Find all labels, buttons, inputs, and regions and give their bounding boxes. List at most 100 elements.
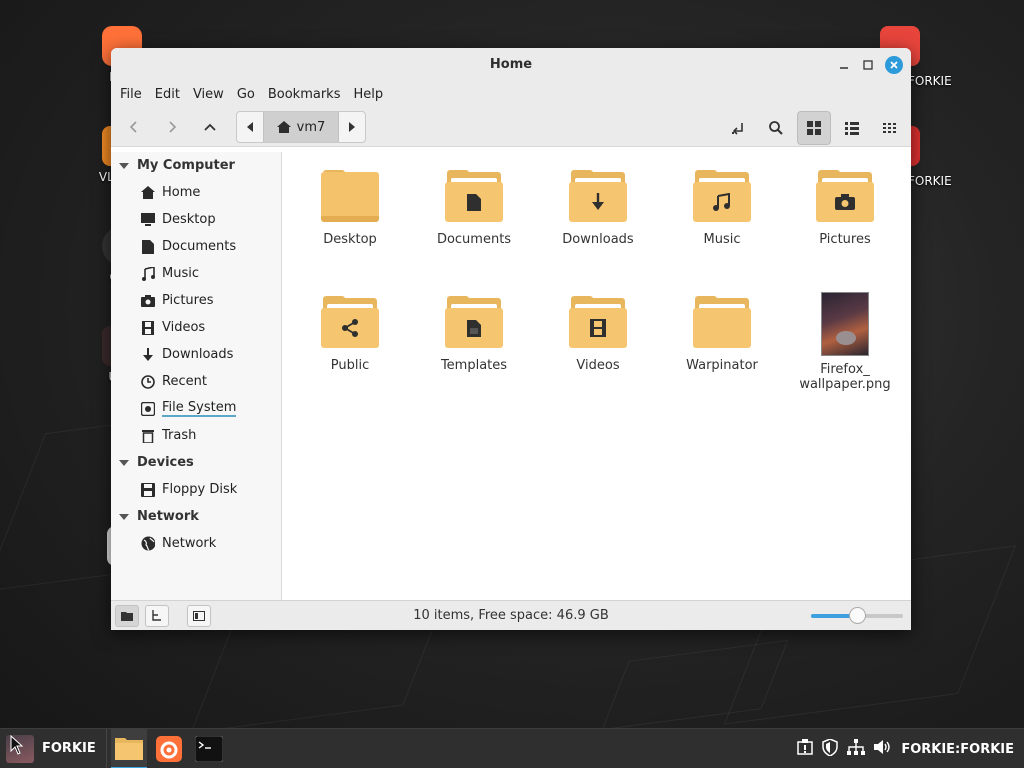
path-right-button[interactable] bbox=[339, 112, 365, 142]
sidebar-section-my-computer[interactable]: My Computer bbox=[111, 152, 281, 179]
sidebar-item-recent[interactable]: Recent bbox=[111, 368, 281, 395]
terminal-icon bbox=[194, 735, 223, 762]
compact-view-icon bbox=[883, 123, 896, 133]
toggle-sidebar-button[interactable] bbox=[187, 604, 211, 627]
sidebar-item-documents[interactable]: Documents bbox=[111, 233, 281, 260]
show-places-button[interactable] bbox=[115, 604, 139, 627]
search-button[interactable] bbox=[759, 111, 793, 145]
chevron-down-icon bbox=[119, 162, 129, 169]
chevron-down-icon bbox=[119, 459, 129, 466]
minimize-button[interactable] bbox=[835, 56, 853, 74]
show-treeview-button[interactable] bbox=[145, 604, 169, 627]
back-button[interactable] bbox=[117, 110, 151, 144]
sidebar-item-pictures[interactable]: Pictures bbox=[111, 287, 281, 314]
document-icon bbox=[141, 239, 155, 254]
menu-go[interactable]: Go bbox=[231, 87, 261, 102]
firefox-icon bbox=[155, 735, 182, 762]
toggle-location-button[interactable] bbox=[721, 111, 755, 145]
maximize-button[interactable] bbox=[859, 56, 877, 74]
zoom-slider[interactable] bbox=[811, 607, 903, 624]
toolbar: vm7 bbox=[111, 107, 911, 147]
compact-view-button[interactable] bbox=[873, 111, 907, 145]
menu-help[interactable]: Help bbox=[347, 87, 389, 102]
file-item-documents[interactable]: Documents bbox=[424, 170, 524, 247]
menu-edit[interactable]: Edit bbox=[149, 87, 186, 102]
path-left-button[interactable] bbox=[237, 112, 263, 142]
home-icon bbox=[141, 186, 155, 200]
close-button[interactable] bbox=[885, 56, 903, 74]
taskbar: FORKIE FORKIE:FORKIE bbox=[0, 728, 1024, 768]
arrow-up-icon bbox=[204, 123, 216, 131]
globe-icon bbox=[141, 536, 155, 551]
view-tools bbox=[721, 111, 907, 145]
file-item-music[interactable]: Music bbox=[672, 170, 772, 247]
download-icon bbox=[141, 347, 155, 362]
camera-icon bbox=[141, 294, 155, 308]
taskbar-terminal-app[interactable] bbox=[191, 729, 227, 768]
close-icon bbox=[890, 61, 898, 69]
forward-button[interactable] bbox=[155, 110, 189, 144]
menu-button[interactable]: FORKIE bbox=[0, 734, 96, 763]
file-item-templates[interactable]: Templates bbox=[424, 296, 524, 373]
maximize-icon bbox=[863, 60, 873, 70]
home-icon bbox=[276, 121, 291, 133]
zoom-slider-handle[interactable] bbox=[849, 607, 866, 624]
folder-icon bbox=[321, 170, 379, 222]
sidebar-item-file-system[interactable]: File System bbox=[111, 395, 281, 422]
folder-documents-icon bbox=[445, 170, 503, 222]
drive-icon bbox=[141, 401, 155, 416]
sidebar-item-floppy-disk[interactable]: Floppy Disk bbox=[111, 476, 281, 503]
breadcrumb-home[interactable]: vm7 bbox=[263, 112, 339, 142]
sidebar-item-music[interactable]: Music bbox=[111, 260, 281, 287]
file-item-public[interactable]: Public bbox=[300, 296, 400, 373]
file-view: Desktop Documents Downloads Music Pictur… bbox=[283, 152, 911, 600]
sidebar-item-trash[interactable]: Trash bbox=[111, 422, 281, 449]
sidebar-section-devices[interactable]: Devices bbox=[111, 449, 281, 476]
window-title: Home bbox=[489, 57, 533, 72]
trash-icon bbox=[141, 429, 155, 443]
desktop-icon bbox=[141, 213, 155, 227]
music-icon bbox=[141, 266, 155, 281]
icon-view-button[interactable] bbox=[797, 111, 831, 145]
minimize-icon bbox=[840, 67, 848, 69]
sidebar-item-network[interactable]: Network bbox=[111, 530, 281, 557]
status-bar: 10 items, Free space: 46.9 GB bbox=[111, 600, 911, 630]
update-manager-icon[interactable] bbox=[797, 739, 814, 759]
arrow-left-icon bbox=[129, 120, 137, 133]
network-icon[interactable] bbox=[847, 739, 866, 759]
menu-bookmarks[interactable]: Bookmarks bbox=[262, 87, 347, 102]
up-button[interactable] bbox=[193, 110, 227, 144]
clock-user-label[interactable]: FORKIE:FORKIE bbox=[901, 742, 1014, 757]
volume-icon[interactable] bbox=[874, 739, 892, 759]
folder-small-icon bbox=[121, 611, 133, 621]
search-icon bbox=[769, 121, 783, 135]
sidebar-item-downloads[interactable]: Downloads bbox=[111, 341, 281, 368]
sidebar-section-network[interactable]: Network bbox=[111, 503, 281, 530]
menu-file[interactable]: File bbox=[114, 87, 148, 102]
user-avatar bbox=[6, 734, 34, 763]
menu-view[interactable]: View bbox=[187, 87, 230, 102]
sidebar-item-videos[interactable]: Videos bbox=[111, 314, 281, 341]
mouse-pointer-icon bbox=[10, 734, 24, 755]
folder-icon bbox=[114, 737, 143, 760]
file-item-pictures[interactable]: Pictures bbox=[795, 170, 895, 247]
file-item-warpinator[interactable]: Warpinator bbox=[672, 296, 772, 373]
shield-icon[interactable] bbox=[822, 737, 839, 760]
chevron-down-icon bbox=[119, 513, 129, 520]
taskbar-firefox-app[interactable] bbox=[151, 729, 187, 768]
file-item-desktop[interactable]: Desktop bbox=[300, 170, 400, 247]
list-view-button[interactable] bbox=[835, 111, 869, 145]
file-item-firefox-wallpaper[interactable]: Firefox_ wallpaper.png bbox=[795, 292, 895, 392]
breadcrumb-label: vm7 bbox=[296, 119, 326, 135]
path-bar: vm7 bbox=[236, 111, 366, 143]
floppy-icon bbox=[141, 482, 155, 497]
caret-right-icon bbox=[349, 122, 355, 132]
folder-share-icon bbox=[321, 296, 379, 348]
taskbar-files-app[interactable] bbox=[110, 728, 147, 768]
sidebar-item-desktop[interactable]: Desktop bbox=[111, 206, 281, 233]
title-bar[interactable]: Home bbox=[111, 48, 911, 81]
folder-videos-icon bbox=[569, 296, 627, 348]
file-item-downloads[interactable]: Downloads bbox=[548, 170, 648, 247]
sidebar-item-home[interactable]: Home bbox=[111, 179, 281, 206]
file-item-videos[interactable]: Videos bbox=[548, 296, 648, 373]
